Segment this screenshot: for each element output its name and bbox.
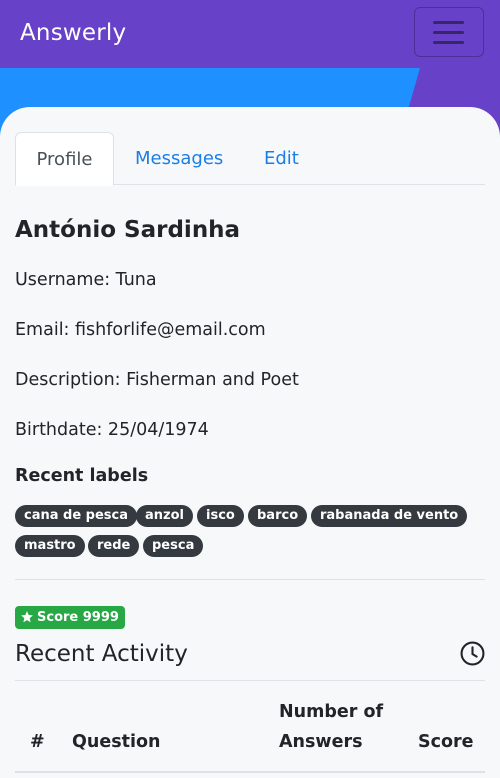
column-header-number: # xyxy=(30,732,45,752)
profile-description: Description: Fisherman and Poet xyxy=(15,370,299,390)
profile-username: Username: Tuna xyxy=(15,270,157,290)
column-header-score: Score xyxy=(418,732,474,752)
score-text: Score 9999 xyxy=(37,610,119,625)
label-pill[interactable]: anzol xyxy=(136,505,193,527)
label-pill[interactable]: mastro xyxy=(15,535,85,557)
column-header-question: Question xyxy=(72,732,161,752)
label-pill[interactable]: isco xyxy=(197,505,244,527)
profile-card: Profile Messages Edit António Sardinha U… xyxy=(0,107,500,778)
table-header-divider xyxy=(15,771,485,773)
section-divider xyxy=(15,680,485,681)
score-badge: Score 9999 xyxy=(15,606,125,629)
profile-birthdate: Birthdate: 25/04/1974 xyxy=(15,420,209,440)
tab-profile[interactable]: Profile xyxy=(15,132,114,186)
clock-icon[interactable] xyxy=(460,641,485,666)
column-header-answers: Number of Answers xyxy=(279,702,384,752)
star-icon xyxy=(21,611,33,623)
tab-edit[interactable]: Edit xyxy=(264,132,299,185)
profile-name: António Sardinha xyxy=(15,217,241,243)
section-divider xyxy=(15,579,485,580)
tab-messages[interactable]: Messages xyxy=(135,132,223,185)
recent-activity-title: Recent Activity xyxy=(15,641,188,667)
recent-labels-title: Recent labels xyxy=(15,466,149,486)
label-pill[interactable]: cana de pesca xyxy=(15,505,138,527)
brand-logo-text[interactable]: Answerly xyxy=(20,20,126,46)
menu-toggle-button[interactable] xyxy=(414,7,484,57)
top-navbar: Answerly xyxy=(0,0,500,68)
label-pill[interactable]: rabanada de vento xyxy=(311,505,468,527)
profile-tabs: Profile Messages Edit xyxy=(15,132,485,186)
label-pill[interactable]: pesca xyxy=(143,535,204,557)
profile-email: Email: fishforlife@email.com xyxy=(15,320,266,340)
label-pill[interactable]: rede xyxy=(88,535,140,557)
label-pill[interactable]: barco xyxy=(248,505,308,527)
